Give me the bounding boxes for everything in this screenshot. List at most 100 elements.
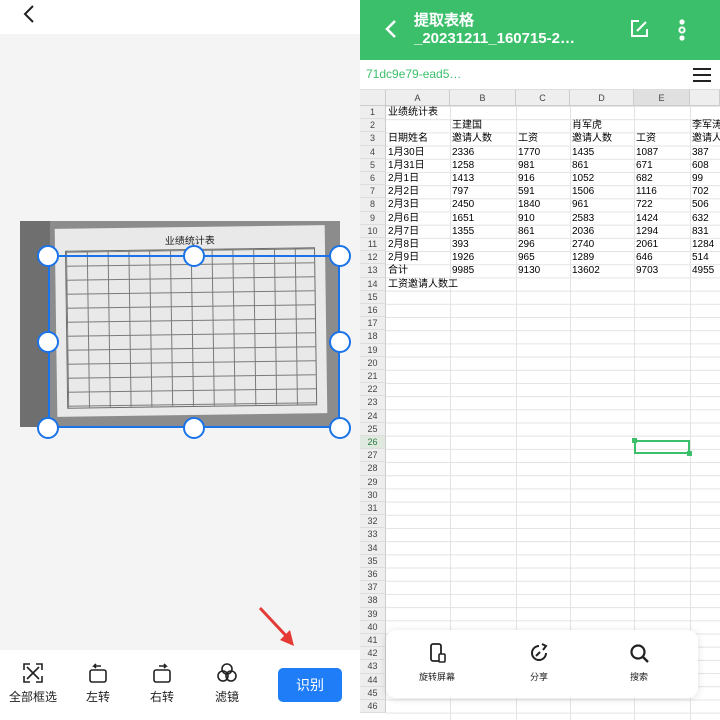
column-header-d[interactable]: D — [570, 90, 634, 106]
sheet-corner[interactable] — [360, 90, 386, 106]
cell-r9-c3[interactable]: 910 — [518, 212, 535, 225]
cell-r12-c3[interactable]: 965 — [518, 251, 535, 264]
column-header-c[interactable]: C — [516, 90, 570, 106]
cell-r11-c3[interactable]: 296 — [518, 238, 535, 251]
select-all-button[interactable]: 全部框选 — [3, 662, 63, 705]
cell-r3-c3[interactable]: 工资 — [518, 132, 538, 145]
cell-r12-c6[interactable]: 514 — [692, 251, 709, 264]
row-header-18[interactable]: 18 — [360, 330, 386, 344]
column-header-partial[interactable] — [690, 90, 720, 106]
crop-handle-middle-right[interactable] — [329, 331, 351, 353]
row-header-35[interactable]: 35 — [360, 554, 386, 568]
row-header-32[interactable]: 32 — [360, 515, 386, 529]
row-header-15[interactable]: 15 — [360, 290, 386, 304]
cell-r7-c1[interactable]: 2月2日 — [388, 185, 419, 198]
row-header-17[interactable]: 17 — [360, 317, 386, 331]
cell-r10-c3[interactable]: 861 — [518, 225, 535, 238]
row-header-36[interactable]: 36 — [360, 568, 386, 582]
row-header-20[interactable]: 20 — [360, 356, 386, 370]
cell-r5-c4[interactable]: 861 — [572, 159, 589, 172]
row-header-38[interactable]: 38 — [360, 594, 386, 608]
row-header-31[interactable]: 31 — [360, 502, 386, 516]
row-header-30[interactable]: 30 — [360, 488, 386, 502]
cell-r5-c5[interactable]: 671 — [636, 159, 653, 172]
cell-r11-c2[interactable]: 393 — [452, 238, 469, 251]
row-header-13[interactable]: 13 — [360, 264, 386, 278]
file-id[interactable]: 71dc9e79-ead5… — [366, 67, 461, 81]
cell-r3-c1[interactable]: 日期姓名 — [388, 132, 428, 145]
cell-r11-c6[interactable]: 1284 — [692, 238, 714, 251]
cell-r5-c6[interactable]: 608 — [692, 159, 709, 172]
cell-r8-c5[interactable]: 722 — [636, 198, 653, 211]
row-header-12[interactable]: 12 — [360, 251, 386, 265]
cell-r8-c4[interactable]: 961 — [572, 198, 589, 211]
row-header-22[interactable]: 22 — [360, 383, 386, 397]
row-header-37[interactable]: 37 — [360, 581, 386, 595]
cell-r10-c4[interactable]: 2036 — [572, 225, 594, 238]
row-header-19[interactable]: 19 — [360, 343, 386, 357]
cell-r14-c1[interactable]: 工资邀请人数工 — [388, 278, 458, 291]
cell-r13-c6[interactable]: 4955 — [692, 264, 714, 277]
row-header-41[interactable]: 41 — [360, 634, 386, 648]
more-options-icon[interactable] — [677, 18, 687, 42]
row-header-6[interactable]: 6 — [360, 172, 386, 186]
cell-r2-c2[interactable]: 王建国 — [452, 119, 482, 132]
cell-r2-c4[interactable]: 肖军虎 — [572, 119, 602, 132]
cell-r7-c3[interactable]: 591 — [518, 185, 535, 198]
row-header-5[interactable]: 5 — [360, 158, 386, 172]
cell-r5-c3[interactable]: 981 — [518, 159, 535, 172]
cell-r1-c1[interactable]: 业绩统计表 — [388, 106, 438, 119]
cell-r10-c5[interactable]: 1294 — [636, 225, 658, 238]
cell-r9-c4[interactable]: 2583 — [572, 212, 594, 225]
row-header-4[interactable]: 4 — [360, 145, 386, 159]
column-header-a[interactable]: A — [386, 90, 450, 106]
cell-r4-c2[interactable]: 2336 — [452, 146, 474, 159]
recognize-button[interactable]: 识别 — [278, 668, 342, 702]
cell-r13-c4[interactable]: 13602 — [572, 264, 600, 277]
row-header-10[interactable]: 10 — [360, 224, 386, 238]
cell-r3-c4[interactable]: 邀请人数 — [572, 132, 612, 145]
cell-r12-c2[interactable]: 1926 — [452, 251, 474, 264]
row-header-24[interactable]: 24 — [360, 409, 386, 423]
crop-frame[interactable] — [48, 255, 340, 428]
cell-r11-c5[interactable]: 2061 — [636, 238, 658, 251]
row-header-43[interactable]: 43 — [360, 660, 386, 674]
row-header-8[interactable]: 8 — [360, 198, 386, 212]
cell-r4-c1[interactable]: 1月30日 — [388, 146, 425, 159]
cell-r10-c2[interactable]: 1355 — [452, 225, 474, 238]
cell-r9-c1[interactable]: 2月6日 — [388, 212, 419, 225]
cell-r4-c4[interactable]: 1435 — [572, 146, 594, 159]
cell-r3-c2[interactable]: 邀请人数 — [452, 132, 492, 145]
column-header-e[interactable]: E — [634, 90, 690, 106]
row-header-7[interactable]: 7 — [360, 185, 386, 199]
row-header-14[interactable]: 14 — [360, 277, 386, 291]
row-header-3[interactable]: 3 — [360, 132, 386, 146]
share-button[interactable]: 分享 — [504, 642, 574, 683]
cell-r5-c2[interactable]: 1258 — [452, 159, 474, 172]
row-header-11[interactable]: 11 — [360, 238, 386, 252]
cell-grid[interactable] — [386, 106, 720, 720]
cell-r8-c2[interactable]: 2450 — [452, 198, 474, 211]
cell-r13-c1[interactable]: 合计 — [388, 264, 408, 277]
cell-r3-c6[interactable]: 邀请人 — [692, 132, 720, 145]
crop-handle-top-right[interactable] — [329, 245, 351, 267]
cell-r2-c6[interactable]: 李军涛 — [692, 119, 720, 132]
row-header-23[interactable]: 23 — [360, 396, 386, 410]
cell-r6-c4[interactable]: 1052 — [572, 172, 594, 185]
search-button[interactable]: 搜索 — [604, 642, 674, 683]
edit-icon[interactable] — [628, 18, 650, 40]
row-header-40[interactable]: 40 — [360, 620, 386, 634]
selection-handle-bottom-right[interactable] — [687, 451, 692, 456]
row-header-25[interactable]: 25 — [360, 422, 386, 436]
crop-handle-bottom-right[interactable] — [329, 417, 351, 439]
rotate-right-button[interactable]: 右转 — [132, 662, 192, 705]
cell-r9-c2[interactable]: 1651 — [452, 212, 474, 225]
back-icon[interactable] — [18, 2, 42, 26]
row-header-42[interactable]: 42 — [360, 647, 386, 661]
crop-handle-middle-left[interactable] — [37, 331, 59, 353]
cell-r5-c1[interactable]: 1月31日 — [388, 159, 425, 172]
cell-r12-c5[interactable]: 646 — [636, 251, 653, 264]
row-header-1[interactable]: 1 — [360, 106, 386, 120]
spreadsheet[interactable]: ABCDE 1 2 3 4 5 6 7 8 9 10 11 12 13 14 15 16 17 18 19 20 21 2… — [360, 90, 720, 720]
cell-r7-c2[interactable]: 797 — [452, 185, 469, 198]
